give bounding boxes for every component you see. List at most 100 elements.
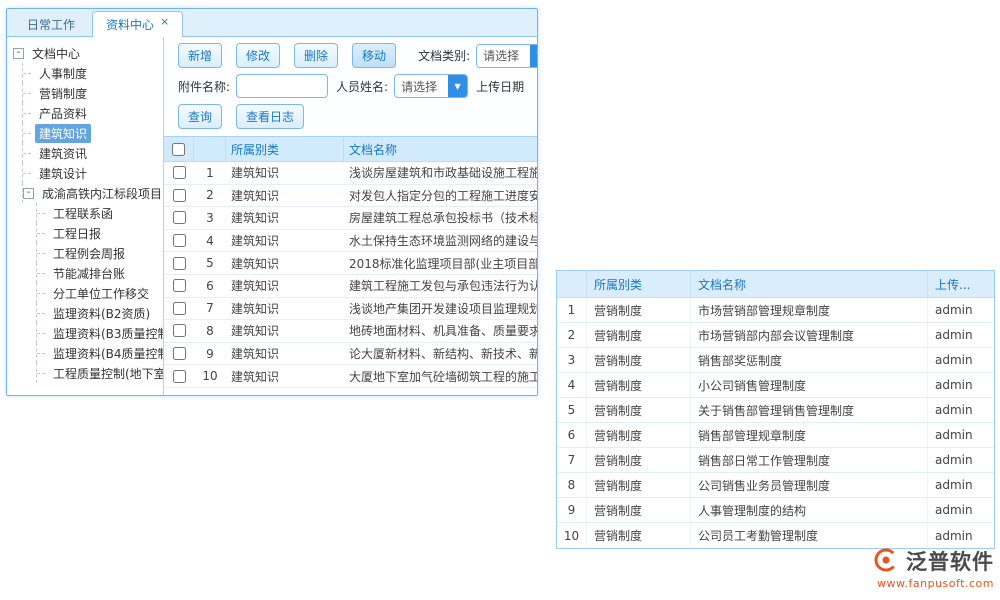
collapse-icon[interactable]: - <box>23 188 34 199</box>
row-category: 营销制度 <box>587 423 691 447</box>
row-number: 1 <box>194 166 226 180</box>
row-number: 6 <box>557 423 587 447</box>
move-button[interactable]: 移动 <box>352 43 396 68</box>
tree-root-document-center[interactable]: - 文档中心 <box>13 43 163 63</box>
row-checkbox[interactable] <box>173 166 186 179</box>
table-row[interactable]: 1 营销制度 市场营销部管理规章制度 admin <box>557 298 994 323</box>
table-row[interactable]: 9 营销制度 人事管理制度的结构 admin <box>557 498 994 523</box>
query-button[interactable]: 查询 <box>178 104 222 129</box>
table-row[interactable]: 7 营销制度 销售部日常工作管理制度 admin <box>557 448 994 473</box>
attachment-name-input[interactable] <box>236 74 328 98</box>
row-doc-name: 建筑工程施工发包与承包违法行为认定... <box>344 277 537 294</box>
row-number: 4 <box>194 234 226 248</box>
document-center-window: 日常工作 资料中心 × - 文档中心 人事制度 营销制度 产品资料 建筑知识 <box>6 8 538 396</box>
tree-connector-line <box>37 313 45 314</box>
row-number: 6 <box>194 279 226 293</box>
collapse-icon[interactable]: - <box>13 48 24 59</box>
table-row[interactable]: 6 建筑知识 建筑工程施工发包与承包违法行为认定... <box>164 275 537 298</box>
tree-item[interactable]: 工程例会周报 <box>13 243 163 263</box>
row-checkbox[interactable] <box>173 324 186 337</box>
table-row[interactable]: 4 营销制度 小公司销售管理制度 admin <box>557 373 994 398</box>
row-uploader: admin <box>928 498 994 522</box>
tree-item[interactable]: 节能减排台账 <box>13 263 163 283</box>
row-number: 8 <box>557 473 587 497</box>
row-category: 营销制度 <box>587 323 691 347</box>
tree-item[interactable]: 建筑资讯 <box>13 143 163 163</box>
header-category: 所属别类 <box>587 271 691 297</box>
tree-item[interactable]: 产品资料 <box>13 103 163 123</box>
table-row[interactable]: 5 营销制度 关于销售部管理销售管理制度 admin <box>557 398 994 423</box>
tree-item[interactable]: 分工单位工作移交 <box>13 283 163 303</box>
tree-item[interactable]: 人事制度 <box>13 63 163 83</box>
close-tab-icon[interactable]: × <box>160 16 169 27</box>
row-category: 营销制度 <box>587 523 691 548</box>
row-checkbox[interactable] <box>173 302 186 315</box>
doc-category-select[interactable]: 请选择 ▼ <box>476 44 537 68</box>
table-row[interactable]: 9 建筑知识 论大厦新材料、新结构、新技术、新工... <box>164 343 537 366</box>
doc-category-label: 文档类别: <box>418 47 470 64</box>
row-checkbox[interactable] <box>173 234 186 247</box>
delete-button[interactable]: 删除 <box>294 43 338 68</box>
table-row[interactable]: 10 建筑知识 大厦地下室加气砼墙砌筑工程的施工方... <box>164 365 537 388</box>
view-log-button[interactable]: 查看日志 <box>236 104 304 129</box>
row-number: 5 <box>557 398 587 422</box>
tab-data-center[interactable]: 资料中心 × <box>92 11 183 37</box>
table-row[interactable]: 4 建筑知识 水土保持生态环境监测网络的建设与资... <box>164 230 537 253</box>
person-name-label: 人员姓名: <box>336 78 388 95</box>
tree-item[interactable]: 工程质量控制(地下室) <box>13 363 163 383</box>
tree-item-label: 分工单位工作移交 <box>49 284 153 303</box>
tree-item-label: 工程联系函 <box>49 204 117 223</box>
tree-item[interactable]: 监理资料(B3质量控制) <box>13 323 163 343</box>
row-category: 营销制度 <box>587 373 691 397</box>
table-row[interactable]: 8 建筑知识 地砖地面材料、机具准备、质量要求及... <box>164 320 537 343</box>
tree-item[interactable]: 建筑设计 <box>13 163 163 183</box>
tree-item[interactable]: 工程联系函 <box>13 203 163 223</box>
tree-item-label: 工程例会周报 <box>49 244 129 263</box>
table-row[interactable]: 10 营销制度 公司员工考勤管理制度 admin <box>557 523 994 548</box>
row-number: 1 <box>557 298 587 322</box>
tree-item[interactable]: 监理资料(B4质量控制) <box>13 343 163 363</box>
row-doc-name: 小公司销售管理制度 <box>691 373 928 397</box>
row-number: 3 <box>194 211 226 225</box>
person-name-select[interactable]: 请选择 ▼ <box>394 74 468 98</box>
row-checkbox[interactable] <box>173 347 186 360</box>
tree-item[interactable]: 建筑知识 <box>13 123 163 143</box>
row-checkbox[interactable] <box>173 279 186 292</box>
row-category: 建筑知识 <box>226 255 344 272</box>
table-row[interactable]: 7 建筑知识 浅谈地产集团开发建设项目监理规划编... <box>164 298 537 321</box>
select-all-checkbox[interactable] <box>172 143 185 156</box>
tab-daily-work[interactable]: 日常工作 <box>13 12 89 36</box>
table-row[interactable]: 2 建筑知识 对发包人指定分包的工程施工进度安排... <box>164 185 537 208</box>
row-doc-name: 人事管理制度的结构 <box>691 498 928 522</box>
row-checkbox[interactable] <box>173 189 186 202</box>
row-checkbox[interactable] <box>173 370 186 383</box>
tree-item[interactable]: 工程日报 <box>13 223 163 243</box>
row-checkbox[interactable] <box>173 257 186 270</box>
table-row[interactable]: 3 营销制度 销售部奖惩制度 admin <box>557 348 994 373</box>
row-uploader: admin <box>928 423 994 447</box>
row-uploader: admin <box>928 473 994 497</box>
tree-item-label: 工程质量控制(地下室) <box>49 364 164 383</box>
add-button[interactable]: 新增 <box>178 43 222 68</box>
tree-connector-line <box>37 233 45 234</box>
tree-item[interactable]: - 成渝高铁内江标段项目 <box>13 183 163 203</box>
table-row[interactable]: 6 营销制度 销售部管理规章制度 admin <box>557 423 994 448</box>
table-row[interactable]: 1 建筑知识 浅谈房屋建筑和市政基础设施工程施工... <box>164 162 537 185</box>
row-number: 8 <box>194 324 226 338</box>
row-category: 营销制度 <box>587 448 691 472</box>
tree-item[interactable]: 营销制度 <box>13 83 163 103</box>
row-category: 营销制度 <box>587 298 691 322</box>
header-number <box>557 271 587 297</box>
chevron-down-icon: ▼ <box>530 45 537 67</box>
modify-button[interactable]: 修改 <box>236 43 280 68</box>
tree-item[interactable]: 监理资料(B2资质) <box>13 303 163 323</box>
table-row[interactable]: 5 建筑知识 2018标准化监理项目部(业主项目部)人员... <box>164 252 537 275</box>
row-doc-name: 市场营销部管理规章制度 <box>691 298 928 322</box>
table-row[interactable]: 8 营销制度 公司销售业务员管理制度 admin <box>557 473 994 498</box>
row-uploader: admin <box>928 448 994 472</box>
table-row[interactable]: 3 建筑知识 房屋建筑工程总承包投标书（技术标）... <box>164 207 537 230</box>
marketing-docs-table: 所属别类 文档名称 上传... 1 营销制度 市场营销部管理规章制度 admin… <box>556 270 995 549</box>
row-number: 4 <box>557 373 587 397</box>
table-row[interactable]: 2 营销制度 市场营销部内部会议管理制度 admin <box>557 323 994 348</box>
row-checkbox[interactable] <box>173 211 186 224</box>
